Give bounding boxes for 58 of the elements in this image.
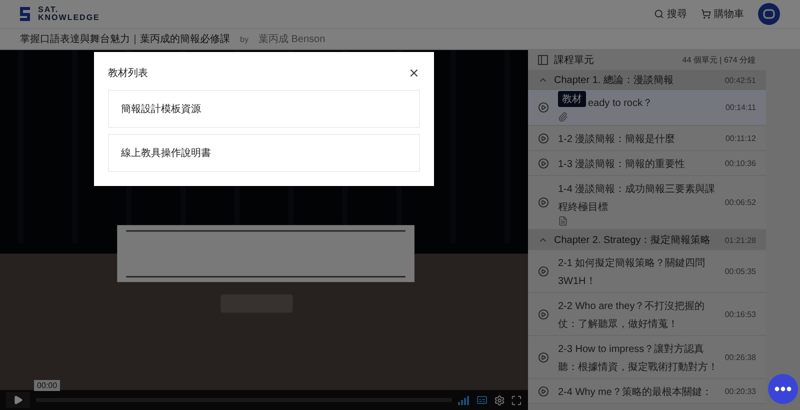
sidebar-title: 課程單元 [554,54,595,67]
lesson-duration: 00:05:35 [724,266,756,276]
dialog-title: 教材列表 [108,66,148,80]
play-circle-icon [538,308,549,320]
author-name: 葉丙成 Benson [258,32,326,46]
time-tooltip: 00:00 [34,380,60,391]
avatar-icon[interactable] [758,3,780,25]
close-button[interactable] [408,67,420,79]
chapter-duration: 01:21:28 [724,236,756,244]
play-circle-icon [538,386,549,396]
lesson-item[interactable]: 教材 eady to rock？ 00:14:11 [528,90,766,126]
logo-text: SAT. KNOWLEDGE [38,6,100,22]
chapter-header[interactable]: Chapter 2. Strategy：擬定簡報策略 01:21:28 [528,230,766,250]
lesson-title: 2-4 Why me？策略的最根本關鍵： [558,387,712,398]
search-icon [654,9,664,19]
lesson-title: eady to rock？ [588,98,652,109]
lesson-title: 2-2 Who are they？不打沒把握的仗：了解聽眾，做好情蒐！ [558,301,705,330]
by-label: by [240,34,248,44]
lesson-duration: 00:16:53 [724,310,756,318]
chapter-title: Chapter 1. 總論：漫談簡報 [554,74,674,87]
lesson-duration: 00:14:11 [725,103,756,112]
settings-icon[interactable] [494,394,505,406]
play-button[interactable] [6,392,30,408]
lesson-title: 2-3 How to impress？讓對方認真聽：根據情資，擬定戰術打動對方！ [558,344,718,373]
fullscreen-icon[interactable] [511,394,522,406]
material-link[interactable]: 簡報設計模板資源 [108,90,420,128]
play-circle-icon [538,352,549,362]
lesson-title: 2-1 如何擬定簡報策略？關鍵四問 3W1H！ [558,258,706,287]
play-icon [13,395,23,405]
course-title: 掌握口語表達與舞台魅力｜葉丙成的簡報必修課 [20,32,230,46]
cart-icon [701,9,711,19]
play-circle-icon [538,266,549,276]
play-circle-icon [538,102,549,113]
book-icon [538,55,548,65]
lesson-duration: 00:11:12 [725,134,756,142]
captions-icon[interactable] [476,394,488,406]
lesson-duration: 00:10:36 [724,158,756,168]
chapter-duration: 00:42:51 [724,76,756,84]
material-link[interactable]: 線上教具操作說明書 [108,134,420,172]
lesson-title: 1-3 漫談簡報：簡報的重要性 [558,159,686,170]
document-icon[interactable] [558,216,568,226]
nav-link[interactable]: 購物車 [701,7,744,21]
nav-link[interactable]: 搜尋 [654,7,687,21]
play-circle-icon [538,197,549,208]
lesson-duration: 00:20:33 [724,386,756,396]
tooltip: 教材 [558,91,586,107]
volume-icon[interactable] [458,395,470,405]
more-icon [774,386,792,392]
chapter-header[interactable]: Chapter 1. 總論：漫談簡報 00:42:51 [528,70,766,90]
lesson-duration: 00:26:38 [724,352,756,362]
course-summary: 44 個單元 | 674 分鐘 [682,55,756,66]
lesson-duration: 00:06:52 [724,198,756,207]
play-circle-icon [538,158,549,168]
play-circle-icon [538,132,549,144]
paperclip-icon[interactable] [558,112,568,122]
lesson-title: 1-4 漫談簡報：成功簡報三要素與課程終極目標 [558,184,716,213]
chapter-title: Chapter 2. Strategy：擬定簡報策略 [554,234,712,247]
lesson-title: 1-2 漫談簡報：簡報是什麼 [558,134,676,145]
